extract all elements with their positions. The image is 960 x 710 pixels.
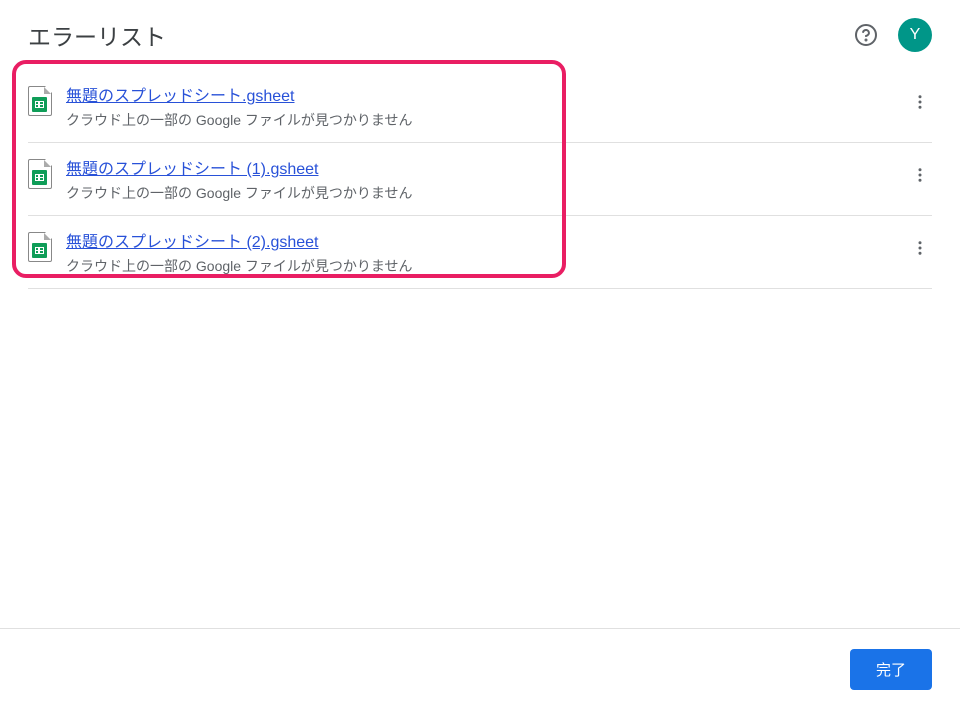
error-file-link[interactable]: 無題のスプレッドシート (1).gsheet [66,155,319,179]
error-list-item: 無題のスプレッドシート.gsheet クラウド上の一部の Google ファイル… [28,70,932,143]
error-item-content: 無題のスプレッドシート (1).gsheet クラウド上の一部の Google … [66,155,908,203]
avatar-letter: Y [910,26,921,44]
gsheet-file-icon [28,232,52,262]
footer: 完了 [0,628,960,710]
error-message: クラウド上の一部の Google ファイルが見つかりません [66,183,908,203]
error-message: クラウド上の一部の Google ファイルが見つかりません [66,110,908,130]
done-button[interactable]: 完了 [850,649,932,690]
error-list: 無題のスプレッドシート.gsheet クラウド上の一部の Google ファイル… [0,70,960,289]
help-icon[interactable] [854,23,878,47]
header-actions: Y [854,18,932,52]
more-options-button[interactable] [908,163,932,187]
more-options-button[interactable] [908,90,932,114]
gsheet-file-icon [28,159,52,189]
error-item-content: 無題のスプレッドシート (2).gsheet クラウド上の一部の Google … [66,228,908,276]
more-options-button[interactable] [908,236,932,260]
header: エラーリスト Y [0,0,960,70]
error-file-link[interactable]: 無題のスプレッドシート.gsheet [66,82,295,106]
page-title: エラーリスト [28,18,166,52]
error-message: クラウド上の一部の Google ファイルが見つかりません [66,256,908,276]
error-list-item: 無題のスプレッドシート (2).gsheet クラウド上の一部の Google … [28,216,932,289]
error-item-content: 無題のスプレッドシート.gsheet クラウド上の一部の Google ファイル… [66,82,908,130]
avatar[interactable]: Y [898,18,932,52]
error-file-link[interactable]: 無題のスプレッドシート (2).gsheet [66,228,319,252]
error-list-item: 無題のスプレッドシート (1).gsheet クラウド上の一部の Google … [28,143,932,216]
gsheet-file-icon [28,86,52,116]
